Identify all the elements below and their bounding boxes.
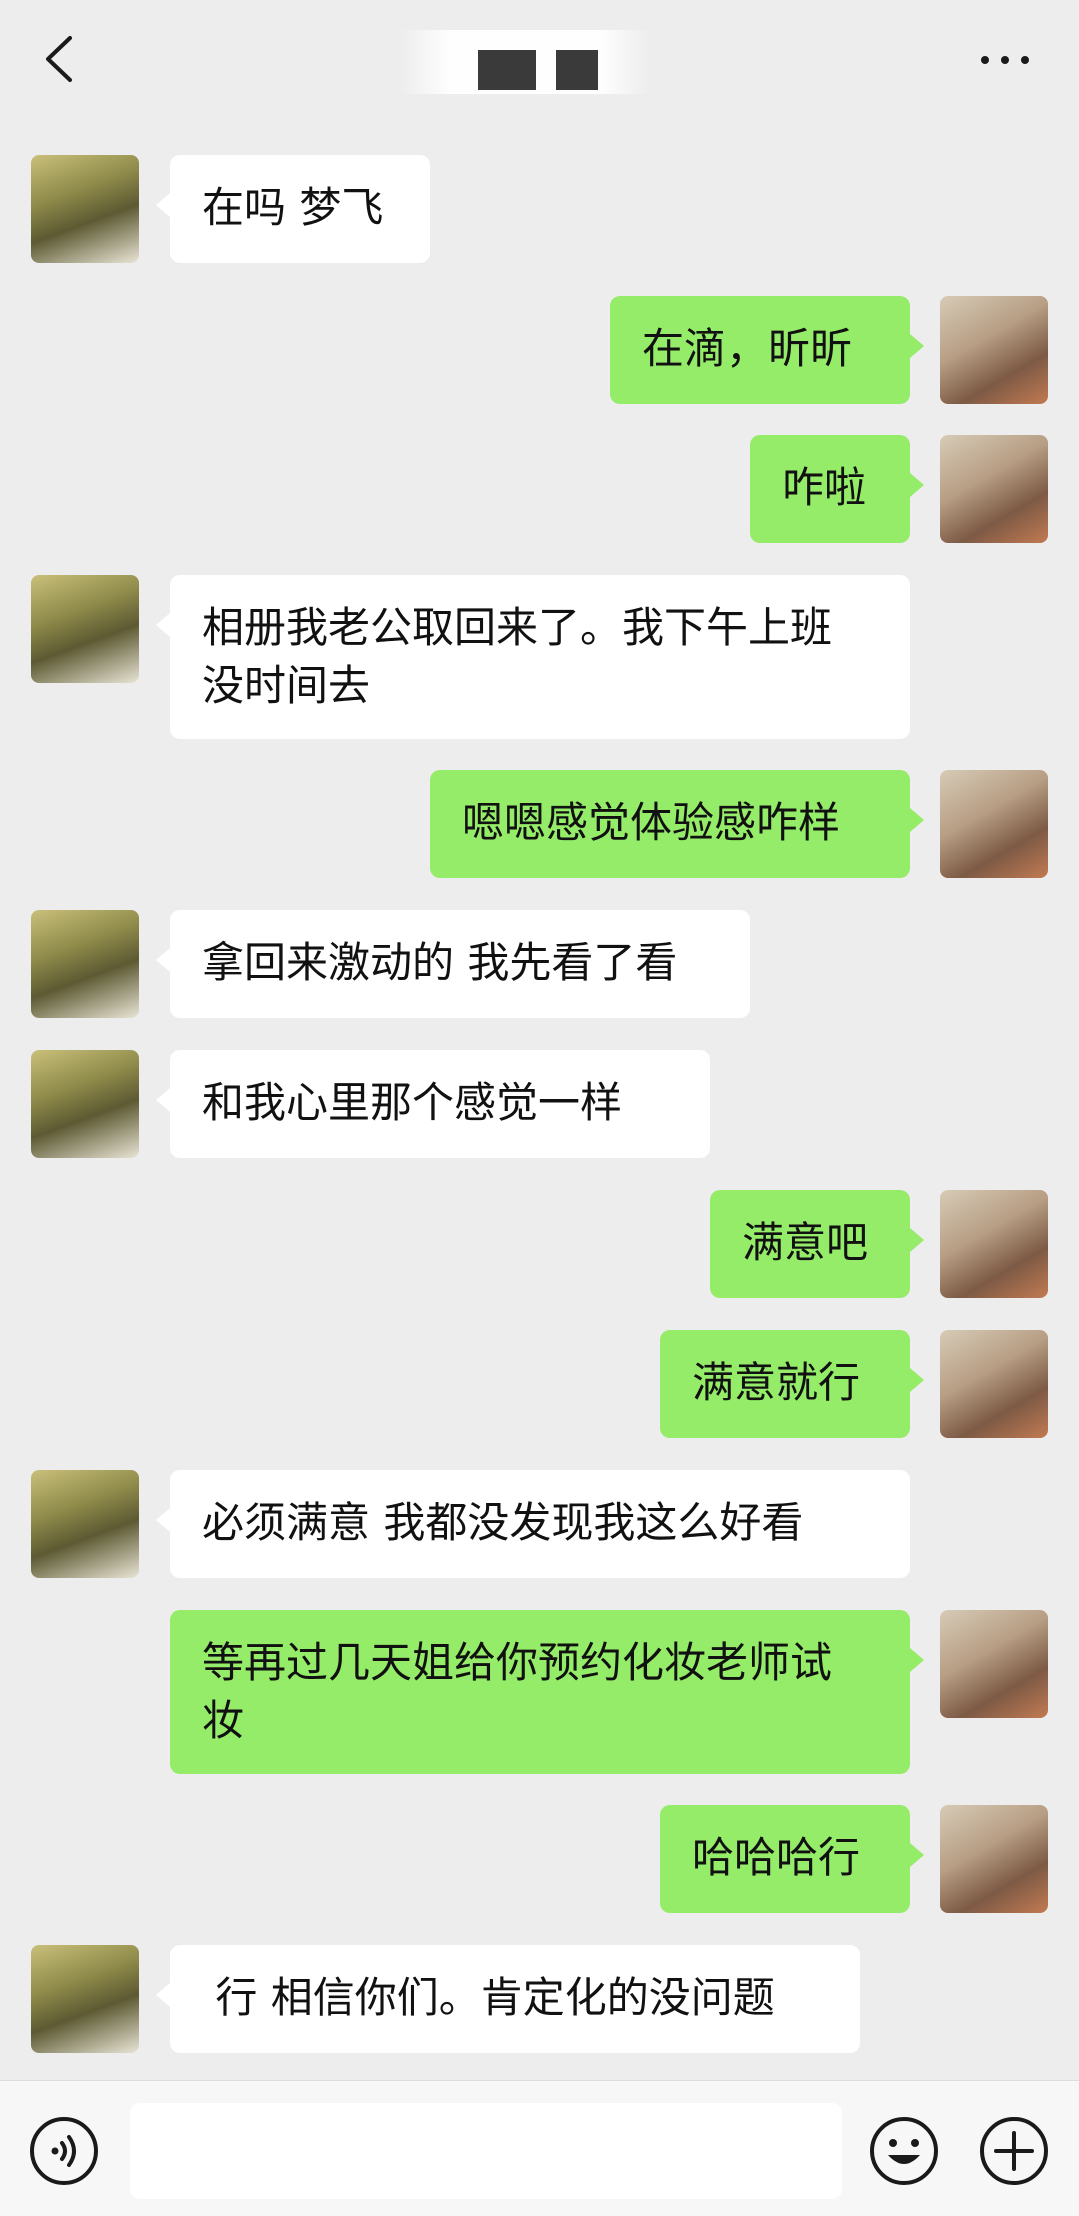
outgoing-message-bubble[interactable]: 满意就行 xyxy=(660,1330,924,1438)
chevron-left-icon[interactable] xyxy=(40,34,80,84)
voice-icon[interactable] xyxy=(28,2115,100,2187)
redaction-block xyxy=(556,50,598,90)
my-avatar[interactable] xyxy=(940,435,1048,543)
incoming-message-bubble[interactable]: 拿回来激动的 我先看了看 xyxy=(156,910,750,1018)
friend-avatar[interactable] xyxy=(31,910,139,1018)
my-avatar[interactable] xyxy=(940,1805,1048,1913)
friend-avatar[interactable] xyxy=(31,1050,139,1158)
outgoing-message-bubble[interactable]: 哈哈哈行 xyxy=(660,1805,924,1913)
my-avatar[interactable] xyxy=(940,1330,1048,1438)
message-input[interactable] xyxy=(130,2103,842,2199)
outgoing-message-bubble[interactable]: 嗯嗯感觉体验感咋样 xyxy=(430,770,924,878)
incoming-message-bubble[interactable]: 和我心里那个感觉一样 xyxy=(156,1050,710,1158)
friend-avatar[interactable] xyxy=(31,155,139,263)
friend-avatar[interactable] xyxy=(31,1470,139,1578)
my-avatar[interactable] xyxy=(940,296,1048,404)
plus-icon[interactable] xyxy=(978,2115,1050,2187)
outgoing-message-bubble[interactable]: 等再过几天姐给你预约化妆老师试 妆 xyxy=(170,1610,924,1774)
redaction-block xyxy=(478,50,536,90)
outgoing-message-bubble[interactable]: 在滴，昕昕 xyxy=(610,296,924,404)
incoming-message-bubble[interactable]: 相册我老公取回来了。我下午上班 没时间去 xyxy=(156,575,910,739)
top-bar xyxy=(0,0,1079,120)
outgoing-message-bubble[interactable]: 咋啦 xyxy=(750,435,924,543)
my-avatar[interactable] xyxy=(940,1190,1048,1298)
my-avatar[interactable] xyxy=(940,770,1048,878)
incoming-message-bubble[interactable]: 在吗 梦飞 xyxy=(156,155,430,263)
incoming-message-bubble[interactable]: 必须满意 我都没发现我这么好看 xyxy=(156,1470,910,1578)
more-dots-icon[interactable] xyxy=(975,44,1035,74)
outgoing-message-bubble[interactable]: 满意吧 xyxy=(710,1190,924,1298)
emoji-icon[interactable] xyxy=(868,2115,940,2187)
my-avatar[interactable] xyxy=(940,1610,1048,1718)
friend-avatar[interactable] xyxy=(31,1945,139,2053)
input-bar xyxy=(0,2080,1079,2216)
incoming-message-bubble[interactable]: 行 相信你们。肯定化的没问题 xyxy=(156,1945,860,2053)
friend-avatar[interactable] xyxy=(31,575,139,683)
